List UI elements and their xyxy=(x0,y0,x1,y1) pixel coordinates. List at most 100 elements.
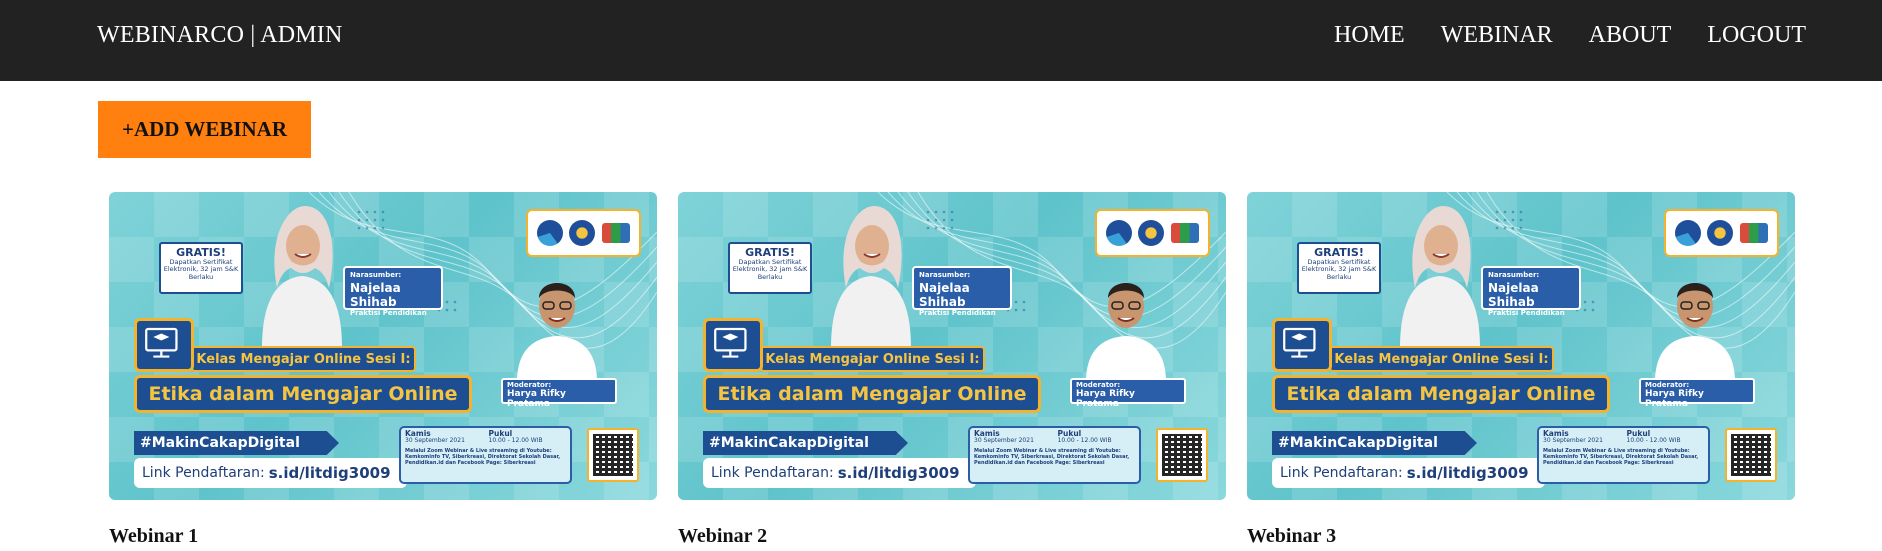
speaker-info-box: Narasumber: Najelaa Shihab Praktisi Pend… xyxy=(343,266,443,317)
moderator-label: Moderator: xyxy=(1645,381,1690,389)
partner-logos xyxy=(526,209,641,257)
kominfo-logo-icon xyxy=(1106,220,1133,246)
webinar-poster-image[interactable]: GRATIS! Dapatkan Sertifikat Elektronik, … xyxy=(678,192,1226,500)
time-cell: Pukul 10.00 - 12.00 WIB xyxy=(1626,429,1705,445)
nav-links: HOME WEBINAR ABOUT LOGOUT xyxy=(1334,22,1806,49)
qr-code-icon xyxy=(1162,434,1202,476)
registration-link-label: Link Pendaftaran: xyxy=(1280,465,1403,481)
moderator-name: Harya Rifky Pratama xyxy=(507,389,566,409)
webinar-topic: Etika dalam Mengajar Online xyxy=(1272,375,1610,413)
session-label: Kelas Mengajar Online Sesi I: xyxy=(191,346,416,372)
streaming-description: Melalui Zoom Webinar & Live streaming di… xyxy=(1543,447,1699,467)
streaming-description: Melalui Zoom Webinar & Live streaming di… xyxy=(405,447,561,467)
top-navbar: WEBINARCO | ADMIN HOME WEBINAR ABOUT LOG… xyxy=(0,0,1882,81)
qr-code xyxy=(587,428,639,482)
moderator-name: Harya Rifky Pratama xyxy=(1645,389,1704,409)
speaker-label: Narasumber: xyxy=(1488,271,1540,279)
kemdikbud-logo-icon xyxy=(1138,220,1165,246)
kemdikbud-logo-icon xyxy=(569,220,596,246)
hashtag-banner: #MakinCakapDigital xyxy=(1272,431,1477,455)
webinar-topic: Etika dalam Mengajar Online xyxy=(134,375,472,413)
add-webinar-button[interactable]: +ADD WEBINAR xyxy=(98,101,311,158)
qr-code xyxy=(1156,428,1208,482)
time-value: 10.00 - 12.00 WIB xyxy=(1057,437,1112,445)
qr-code-icon xyxy=(1731,434,1771,476)
registration-link-label: Link Pendaftaran: xyxy=(142,465,265,481)
speaker-photo-icon xyxy=(1400,206,1480,348)
speaker-label: Narasumber: xyxy=(350,271,402,279)
schedule-info-box: Kamis 30 September 2021 Pukul 10.00 - 12… xyxy=(399,426,572,484)
hashtag-banner: #MakinCakapDigital xyxy=(703,431,908,455)
date-cell: Kamis 30 September 2021 xyxy=(974,429,1052,445)
speaker-name: Najelaa Shihab xyxy=(1488,281,1539,309)
registration-link-url: s.id/litdig3009 xyxy=(837,464,960,482)
registration-link-url: s.id/litdig3009 xyxy=(1406,464,1529,482)
speaker-info-box: Narasumber: Najelaa Shihab Praktisi Pend… xyxy=(912,266,1012,317)
partner-logos xyxy=(1095,209,1210,257)
gratis-badge: GRATIS! Dapatkan Sertifikat Elektronik, … xyxy=(1297,242,1381,294)
webinar-title[interactable]: Webinar 3 xyxy=(1247,525,1336,548)
kemdikbud-logo-icon xyxy=(1707,220,1734,246)
webinar-card: GRATIS! Dapatkan Sertifikat Elektronik, … xyxy=(109,192,657,547)
session-label: Kelas Mengajar Online Sesi I: xyxy=(1329,346,1554,372)
date-value: 30 September 2021 xyxy=(405,437,465,445)
webinar-card: GRATIS! Dapatkan Sertifikat Elektronik, … xyxy=(678,192,1226,547)
nav-about-link[interactable]: ABOUT xyxy=(1589,22,1672,49)
moderator-info-box: Moderator: Harya Rifky Pratama xyxy=(501,378,617,409)
monitor-graduation-icon xyxy=(134,318,194,372)
siberkreasi-logo-icon xyxy=(1739,223,1768,243)
nav-home-link[interactable]: HOME xyxy=(1334,22,1405,49)
gratis-note: Dapatkan Sertifikat Elektronik, 32 jam S… xyxy=(163,258,239,281)
moderator-info-box: Moderator: Harya Rifky Pratama xyxy=(1070,378,1186,409)
speaker-role: Praktisi Pendidikan xyxy=(1488,309,1565,317)
brand-title[interactable]: WEBINARCO | ADMIN xyxy=(97,22,343,49)
time-cell: Pukul 10.00 - 12.00 WIB xyxy=(1057,429,1136,445)
moderator-info-box: Moderator: Harya Rifky Pratama xyxy=(1639,378,1755,409)
monitor-graduation-icon xyxy=(703,318,763,372)
schedule-info-box: Kamis 30 September 2021 Pukul 10.00 - 12… xyxy=(968,426,1141,484)
date-cell: Kamis 30 September 2021 xyxy=(1543,429,1621,445)
webinar-title[interactable]: Webinar 1 xyxy=(109,525,198,548)
webinar-topic: Etika dalam Mengajar Online xyxy=(703,375,1041,413)
gratis-badge: GRATIS! Dapatkan Sertifikat Elektronik, … xyxy=(159,242,243,294)
speaker-label: Narasumber: xyxy=(919,271,971,279)
speaker-info-box: Narasumber: Najelaa Shihab Praktisi Pend… xyxy=(1481,266,1581,317)
speaker-name: Najelaa Shihab xyxy=(350,281,401,309)
speaker-name: Najelaa Shihab xyxy=(919,281,970,309)
registration-link-box: Link Pendaftaran: s.id/litdig3009 xyxy=(1272,458,1545,488)
registration-link-box: Link Pendaftaran: s.id/litdig3009 xyxy=(703,458,976,488)
session-label: Kelas Mengajar Online Sesi I: xyxy=(760,346,985,372)
schedule-info-box: Kamis 30 September 2021 Pukul 10.00 - 12… xyxy=(1537,426,1710,484)
nav-webinar-link[interactable]: WEBINAR xyxy=(1441,22,1553,49)
moderator-photo-icon xyxy=(1655,283,1735,382)
date-cell: Kamis 30 September 2021 xyxy=(405,429,483,445)
webinar-card: GRATIS! Dapatkan Sertifikat Elektronik, … xyxy=(1247,192,1795,547)
date-value: 30 September 2021 xyxy=(1543,437,1603,445)
kominfo-logo-icon xyxy=(1675,220,1702,246)
time-cell: Pukul 10.00 - 12.00 WIB xyxy=(489,429,567,445)
nav-logout-link[interactable]: LOGOUT xyxy=(1707,22,1806,49)
date-value: 30 September 2021 xyxy=(974,437,1034,445)
partner-logos xyxy=(1664,209,1779,257)
gratis-note: Dapatkan Sertifikat Elektronik, 32 jam S… xyxy=(732,258,808,281)
hashtag-banner: #MakinCakapDigital xyxy=(134,431,339,455)
moderator-photo-icon xyxy=(1086,283,1166,382)
gratis-note: Dapatkan Sertifikat Elektronik, 32 jam S… xyxy=(1301,258,1377,281)
kominfo-logo-icon xyxy=(537,220,564,246)
moderator-name: Harya Rifky Pratama xyxy=(1076,389,1135,409)
speaker-photo-icon xyxy=(262,206,342,348)
gratis-badge: GRATIS! Dapatkan Sertifikat Elektronik, … xyxy=(728,242,812,294)
webinar-title[interactable]: Webinar 2 xyxy=(678,525,767,548)
time-value: 10.00 - 12.00 WIB xyxy=(1626,437,1681,445)
speaker-photo-icon xyxy=(831,206,911,348)
qr-code xyxy=(1725,428,1777,482)
registration-link-label: Link Pendaftaran: xyxy=(711,465,834,481)
speaker-role: Praktisi Pendidikan xyxy=(919,309,996,317)
webinar-poster-image[interactable]: GRATIS! Dapatkan Sertifikat Elektronik, … xyxy=(109,192,657,500)
streaming-description: Melalui Zoom Webinar & Live streaming di… xyxy=(974,447,1130,467)
monitor-graduation-icon xyxy=(1272,318,1332,372)
webinar-poster-image[interactable]: GRATIS! Dapatkan Sertifikat Elektronik, … xyxy=(1247,192,1795,500)
registration-link-box: Link Pendaftaran: s.id/litdig3009 xyxy=(134,458,407,488)
moderator-label: Moderator: xyxy=(507,381,552,389)
qr-code-icon xyxy=(593,434,633,476)
